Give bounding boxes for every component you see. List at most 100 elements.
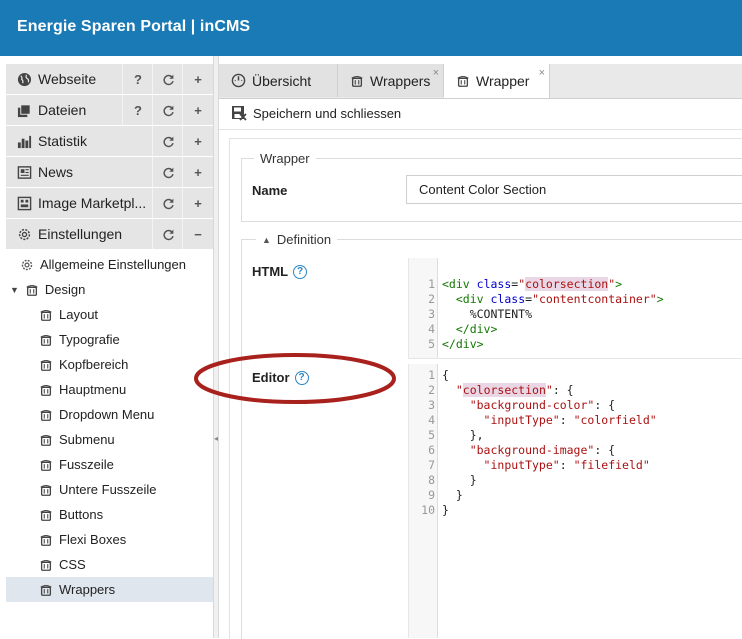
refresh-icon[interactable]: [152, 95, 183, 125]
definition-legend[interactable]: ▲ Definition: [256, 232, 338, 247]
html-code-editor[interactable]: 1 <div class="colorsection"> 2 <div class…: [408, 258, 742, 359]
code-line: 4 </div>: [428, 322, 498, 336]
app-title: Energie Sparen Portal | inCMS: [17, 18, 251, 35]
code-line: 2 "colorsection": {: [428, 383, 574, 397]
newspaper-icon: [16, 164, 32, 180]
code-line: 1 <div class="colorsection">: [428, 277, 623, 291]
tree-item-label: Kopfbereich: [59, 357, 129, 372]
close-icon[interactable]: ×: [539, 67, 545, 79]
wrapper-icon: [39, 508, 53, 522]
sidebar-section-label: Einstellungen: [38, 226, 123, 242]
tree-item-wrappers[interactable]: Wrappers: [6, 577, 213, 602]
sidebar-section-label: Image Marketpl...: [38, 195, 147, 211]
sidebar-section-news[interactable]: News +: [6, 157, 213, 188]
add-button[interactable]: +: [182, 126, 213, 156]
tree-item-typografie[interactable]: Typografie: [6, 327, 213, 352]
tree-item-label: Typografie: [59, 332, 120, 347]
code-line: 10}: [421, 503, 449, 517]
tree-item-label: Fusszeile: [59, 457, 114, 472]
tab-wrappers[interactable]: Wrappers ×: [338, 64, 444, 97]
tree-item-dropdown-menu[interactable]: Dropdown Menu: [6, 402, 213, 427]
refresh-icon[interactable]: [152, 219, 183, 249]
refresh-icon[interactable]: [152, 188, 183, 218]
editor-code-editor[interactable]: 1{ 2 "colorsection": { 3 "background-col…: [408, 364, 742, 638]
image-market-icon: [16, 195, 32, 211]
caret-down-icon[interactable]: ▼: [10, 285, 19, 295]
tab-uebersicht[interactable]: Übersicht: [219, 64, 338, 97]
tree-item-layout[interactable]: Layout: [6, 302, 213, 327]
sidebar-section-image-marketplace[interactable]: Image Marketpl... +: [6, 188, 213, 219]
save-close-icon: [231, 105, 247, 121]
code-line: 5 },: [428, 428, 484, 442]
collapse-button[interactable]: −: [182, 219, 213, 249]
sidebar-resize-handle[interactable]: ◂: [213, 56, 219, 638]
sidebar-section-dateien[interactable]: Dateien ? +: [6, 95, 213, 126]
code-line: 1{: [428, 368, 449, 382]
tree-item-fusszeile[interactable]: Fusszeile: [6, 452, 213, 477]
code-line: 9 }: [428, 488, 463, 502]
gear-icon: [20, 258, 34, 272]
sidebar-section-webseite[interactable]: Webseite ? +: [6, 64, 213, 95]
tree-item-label: Allgemeine Einstellungen: [40, 257, 186, 272]
sidebar-section-statistik[interactable]: Statistik +: [6, 126, 213, 157]
refresh-icon[interactable]: [152, 64, 183, 94]
tree-item-label: Buttons: [59, 507, 104, 522]
tree-item-label: Flexi Boxes: [59, 532, 127, 547]
tab-wrapper[interactable]: Wrapper ×: [444, 64, 550, 98]
sidebar-section-label: News: [38, 164, 74, 180]
tree-item-hauptmenu[interactable]: Hauptmenu: [6, 377, 213, 402]
wrapper-icon: [456, 74, 470, 88]
wrapper-icon: [39, 533, 53, 547]
wrapper-icon: [39, 308, 53, 322]
wrapper-icon: [39, 433, 53, 447]
tree-item-label: Dropdown Menu: [59, 407, 155, 422]
refresh-icon[interactable]: [152, 157, 183, 187]
html-label: HTML ?: [252, 264, 308, 279]
save-and-close-button[interactable]: Speichern und schliessen: [231, 105, 401, 121]
help-icon[interactable]: ?: [293, 264, 308, 279]
code-line: 4 "inputType": "colorfield": [428, 413, 657, 427]
globe-icon: [16, 71, 32, 87]
refresh-icon[interactable]: [152, 126, 183, 156]
add-button[interactable]: +: [182, 188, 213, 218]
tab-bar: Übersicht Wrappers × Wrapper ×: [219, 64, 742, 99]
wrapper-icon: [39, 583, 53, 597]
tab-label: Übersicht: [252, 72, 312, 89]
help-button[interactable]: ?: [122, 95, 153, 125]
close-icon[interactable]: ×: [433, 67, 439, 79]
sidebar: Webseite ? + Dateien ? + Statistik + New…: [6, 64, 213, 638]
annotation-ellipse: [194, 353, 396, 404]
tree-item-buttons[interactable]: Buttons: [6, 502, 213, 527]
wrapper-icon: [39, 483, 53, 497]
toolbar: Speichern und schliessen: [219, 99, 742, 130]
tree-item-untere-fusszeile[interactable]: Untere Fusszeile: [6, 477, 213, 502]
tree-item-label: Design: [44, 282, 86, 297]
tab-label: Wrappers: [370, 72, 431, 89]
tree-item-submenu[interactable]: Submenu: [6, 427, 213, 452]
sidebar-section-einstellungen[interactable]: Einstellungen −: [6, 219, 213, 250]
app-header: Energie Sparen Portal | inCMS: [0, 0, 742, 56]
add-button[interactable]: +: [182, 95, 213, 125]
wrapper-icon: [39, 558, 53, 572]
name-label: Name: [252, 183, 288, 198]
tree-item-design[interactable]: ▼ Design: [6, 277, 213, 302]
tree-item-label: Wrappers: [59, 582, 116, 597]
tree-item-general-settings[interactable]: Allgemeine Einstellungen: [6, 252, 213, 277]
code-line: 8 }: [428, 473, 477, 487]
wrapper-legend: Wrapper: [254, 151, 316, 166]
add-button[interactable]: +: [182, 64, 213, 94]
tree-item-css[interactable]: CSS: [6, 552, 213, 577]
code-line: 7 "inputType": "filefield": [428, 458, 650, 472]
tree-item-flexi-boxes[interactable]: Flexi Boxes: [6, 527, 213, 552]
add-button[interactable]: +: [182, 157, 213, 187]
wrapper-icon: [25, 283, 39, 297]
help-button[interactable]: ?: [122, 64, 153, 94]
tree-item-kopfbereich[interactable]: Kopfbereich: [6, 352, 213, 377]
wrapper-icon: [39, 333, 53, 347]
collapse-arrow-icon[interactable]: ◂: [214, 434, 218, 443]
code-line: 3 "background-color": {: [428, 398, 616, 412]
wrapper-icon: [39, 358, 53, 372]
wrapper-icon: [350, 74, 364, 88]
name-input[interactable]: [406, 175, 742, 204]
dashboard-icon: [231, 73, 246, 88]
